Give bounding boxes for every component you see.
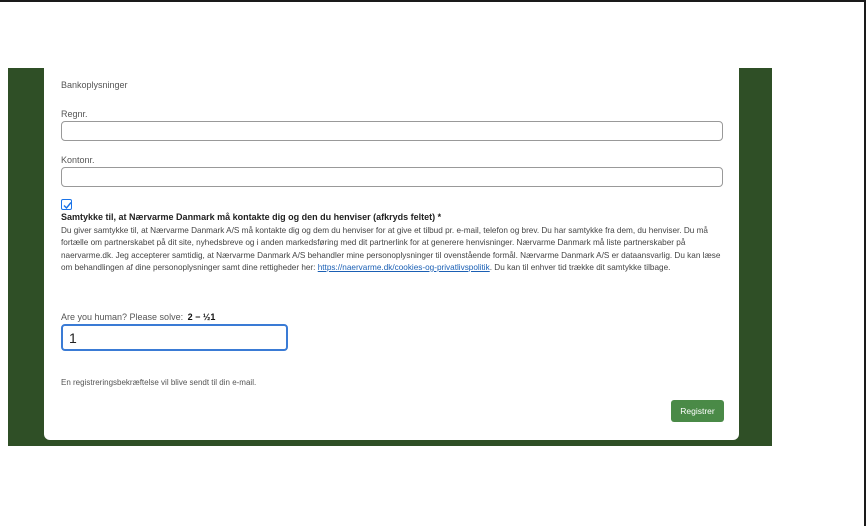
captcha-label: Are you human? Please solve: bbox=[61, 312, 184, 322]
consent-text-end: . Du kan til enhver tid trække dit samty… bbox=[489, 262, 671, 272]
kontonr-input[interactable] bbox=[61, 167, 723, 187]
regnr-label: Regnr. bbox=[61, 109, 88, 119]
section-title: Bankoplysninger bbox=[61, 80, 128, 90]
privacy-policy-link[interactable]: https://naervarme.dk/cookies-og-privatli… bbox=[318, 263, 490, 272]
captcha-formula: 2 − ½1 bbox=[187, 312, 216, 322]
register-button[interactable]: Registrer bbox=[671, 400, 724, 422]
captcha-answer-input[interactable] bbox=[61, 324, 288, 351]
regnr-input[interactable] bbox=[61, 121, 723, 141]
confirmation-note: En registreringsbekræftelse vil blive se… bbox=[61, 378, 257, 387]
checkmark-icon bbox=[63, 202, 72, 210]
captcha-question: Are you human? Please solve: 2 − ½1 bbox=[61, 312, 215, 322]
consent-heading: Samtykke til, at Nærvarme Danmark må kon… bbox=[61, 212, 442, 222]
kontonr-label: Kontonr. bbox=[61, 155, 95, 165]
consent-text: Du giver samtykke til, at Nærvarme Danma… bbox=[61, 225, 729, 274]
consent-checkbox[interactable] bbox=[61, 199, 72, 210]
